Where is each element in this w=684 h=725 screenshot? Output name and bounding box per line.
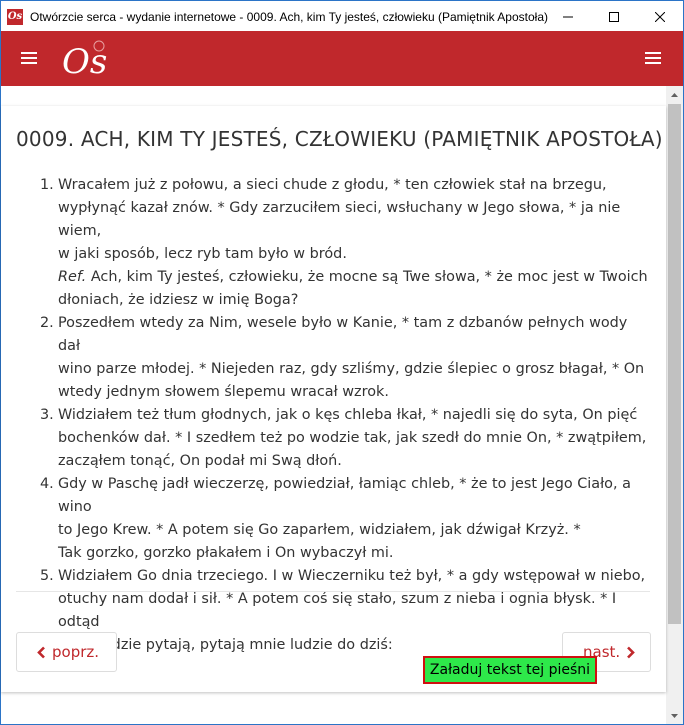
verse-item: 4. Gdy w Paschę jadł wieczerzę, powiedzia… <box>40 473 652 565</box>
chevron-right-icon <box>627 646 636 658</box>
verse-list: 1. Wracałem już z połowu, a sieci chude z… <box>40 174 652 657</box>
window-controls <box>545 1 683 32</box>
minimize-icon <box>563 16 573 17</box>
divider <box>16 591 650 592</box>
maximize-icon <box>609 11 619 22</box>
hamburger-line <box>21 57 37 59</box>
scroll-up-button[interactable] <box>666 86 683 103</box>
verse-item: 5. Widziałem Go dnia trzeciego. I w Wiecz… <box>40 565 652 657</box>
scroll-up-icon <box>671 92 678 97</box>
menu-right-button[interactable] <box>645 52 661 66</box>
refrain-line: dłoniach, że idziesz w imię Boga? <box>58 292 299 308</box>
app-logo[interactable]: Os <box>61 37 113 81</box>
prev-song-button[interactable]: poprz. <box>16 632 117 672</box>
verse-line: wino parze młodej. * Niejeden raz, gdy s… <box>58 361 645 377</box>
verse-line: bochenków dał. * I szedłem też po wodzie… <box>58 430 647 446</box>
hamburger-line <box>21 62 37 64</box>
refrain-line: Ref. Ach, kim Ty jesteś, człowieku, że m… <box>58 266 652 289</box>
verse-text: Wracałem już z połowu, a sieci chude z g… <box>58 174 652 312</box>
scroll-down-button[interactable] <box>666 707 683 724</box>
hamburger-line <box>645 57 661 59</box>
load-song-text-button[interactable]: Załaduj tekst tej pieśni <box>423 656 597 684</box>
verse-number: 4. <box>40 476 54 492</box>
refrain-label: Ref. <box>58 269 87 285</box>
hamburger-icon <box>21 52 37 54</box>
app-icon: Os <box>7 8 23 25</box>
verse-item: 1. Wracałem już z połowu, a sieci chude z… <box>40 174 652 312</box>
app-header: Os <box>1 31 683 86</box>
verse-line: to Jego Krew. * A potem się Go zaparłem,… <box>58 522 581 538</box>
maximize-button[interactable] <box>591 1 637 32</box>
refrain-text: Ach, kim Ty jesteś, człowieku, że mocne … <box>86 269 648 285</box>
verse-line: w jaki sposób, lecz ryb tam było w bród. <box>58 246 347 262</box>
scroll-down-icon <box>671 713 678 718</box>
song-title: 0009. ACH, KIM TY JESTEŚ, CZŁOWIEKU (PAM… <box>16 127 663 151</box>
verse-number: 1. <box>40 177 54 193</box>
verse-line: Widziałem też tłum głodnych, jak o kęs c… <box>58 407 638 423</box>
hamburger-icon <box>645 52 661 54</box>
window-title: Otwórzcie serca - wydanie internetowe - … <box>30 9 548 24</box>
verse-line: Widziałem Go dnia trzeciego. I w Wieczer… <box>58 568 646 584</box>
prev-label: poprz. <box>52 643 100 661</box>
verse-text: Gdy w Paschę jadł wieczerzę, powiedział,… <box>58 473 652 565</box>
close-icon <box>655 11 665 22</box>
verse-line: Poszedłem wtedy za Nim, wesele było w Ka… <box>58 315 628 354</box>
verse-line: Wracałem już z połowu, a sieci chude z g… <box>58 177 607 193</box>
verse-line: Tak gorzko, gorzko płakałem i On wybaczy… <box>58 545 394 561</box>
verse-number: 3. <box>40 407 54 423</box>
verse-number: 2. <box>40 315 54 331</box>
chevron-left-icon <box>37 646 45 658</box>
title-bar: Os Otwórzcie serca - wydanie internetowe… <box>1 1 683 32</box>
verse-line: wypłynąć kazał znów. * Gdy zarzuciłem si… <box>58 200 621 239</box>
verse-item: 3. Widziałem też tłum głodnych, jak o kęs… <box>40 404 652 473</box>
verse-item: 2. Poszedłem wtedy za Nim, wesele było w … <box>40 312 652 404</box>
verse-line: otuchy nam dodał i sił. * A potem coś si… <box>58 591 617 630</box>
verse-text: Poszedłem wtedy za Nim, wesele było w Ka… <box>58 312 652 404</box>
verse-line: wtedy jednym słowem ślepemu wracał wzrok… <box>58 384 389 400</box>
hamburger-line <box>645 62 661 64</box>
verse-line: Gdy w Paschę jadł wieczerzę, powiedział,… <box>58 476 631 515</box>
menu-left-button[interactable] <box>21 52 37 66</box>
close-button[interactable] <box>637 1 683 32</box>
vertical-scrollbar[interactable] <box>666 86 683 724</box>
scroll-thumb[interactable] <box>668 104 681 624</box>
minimize-button[interactable] <box>545 1 591 32</box>
verse-text: Widziałem też tłum głodnych, jak o kęs c… <box>58 404 652 473</box>
verse-line: zacząłem tonąć, On podał mi Swą dłoń. <box>58 453 342 469</box>
logo-text: Os <box>62 42 107 81</box>
